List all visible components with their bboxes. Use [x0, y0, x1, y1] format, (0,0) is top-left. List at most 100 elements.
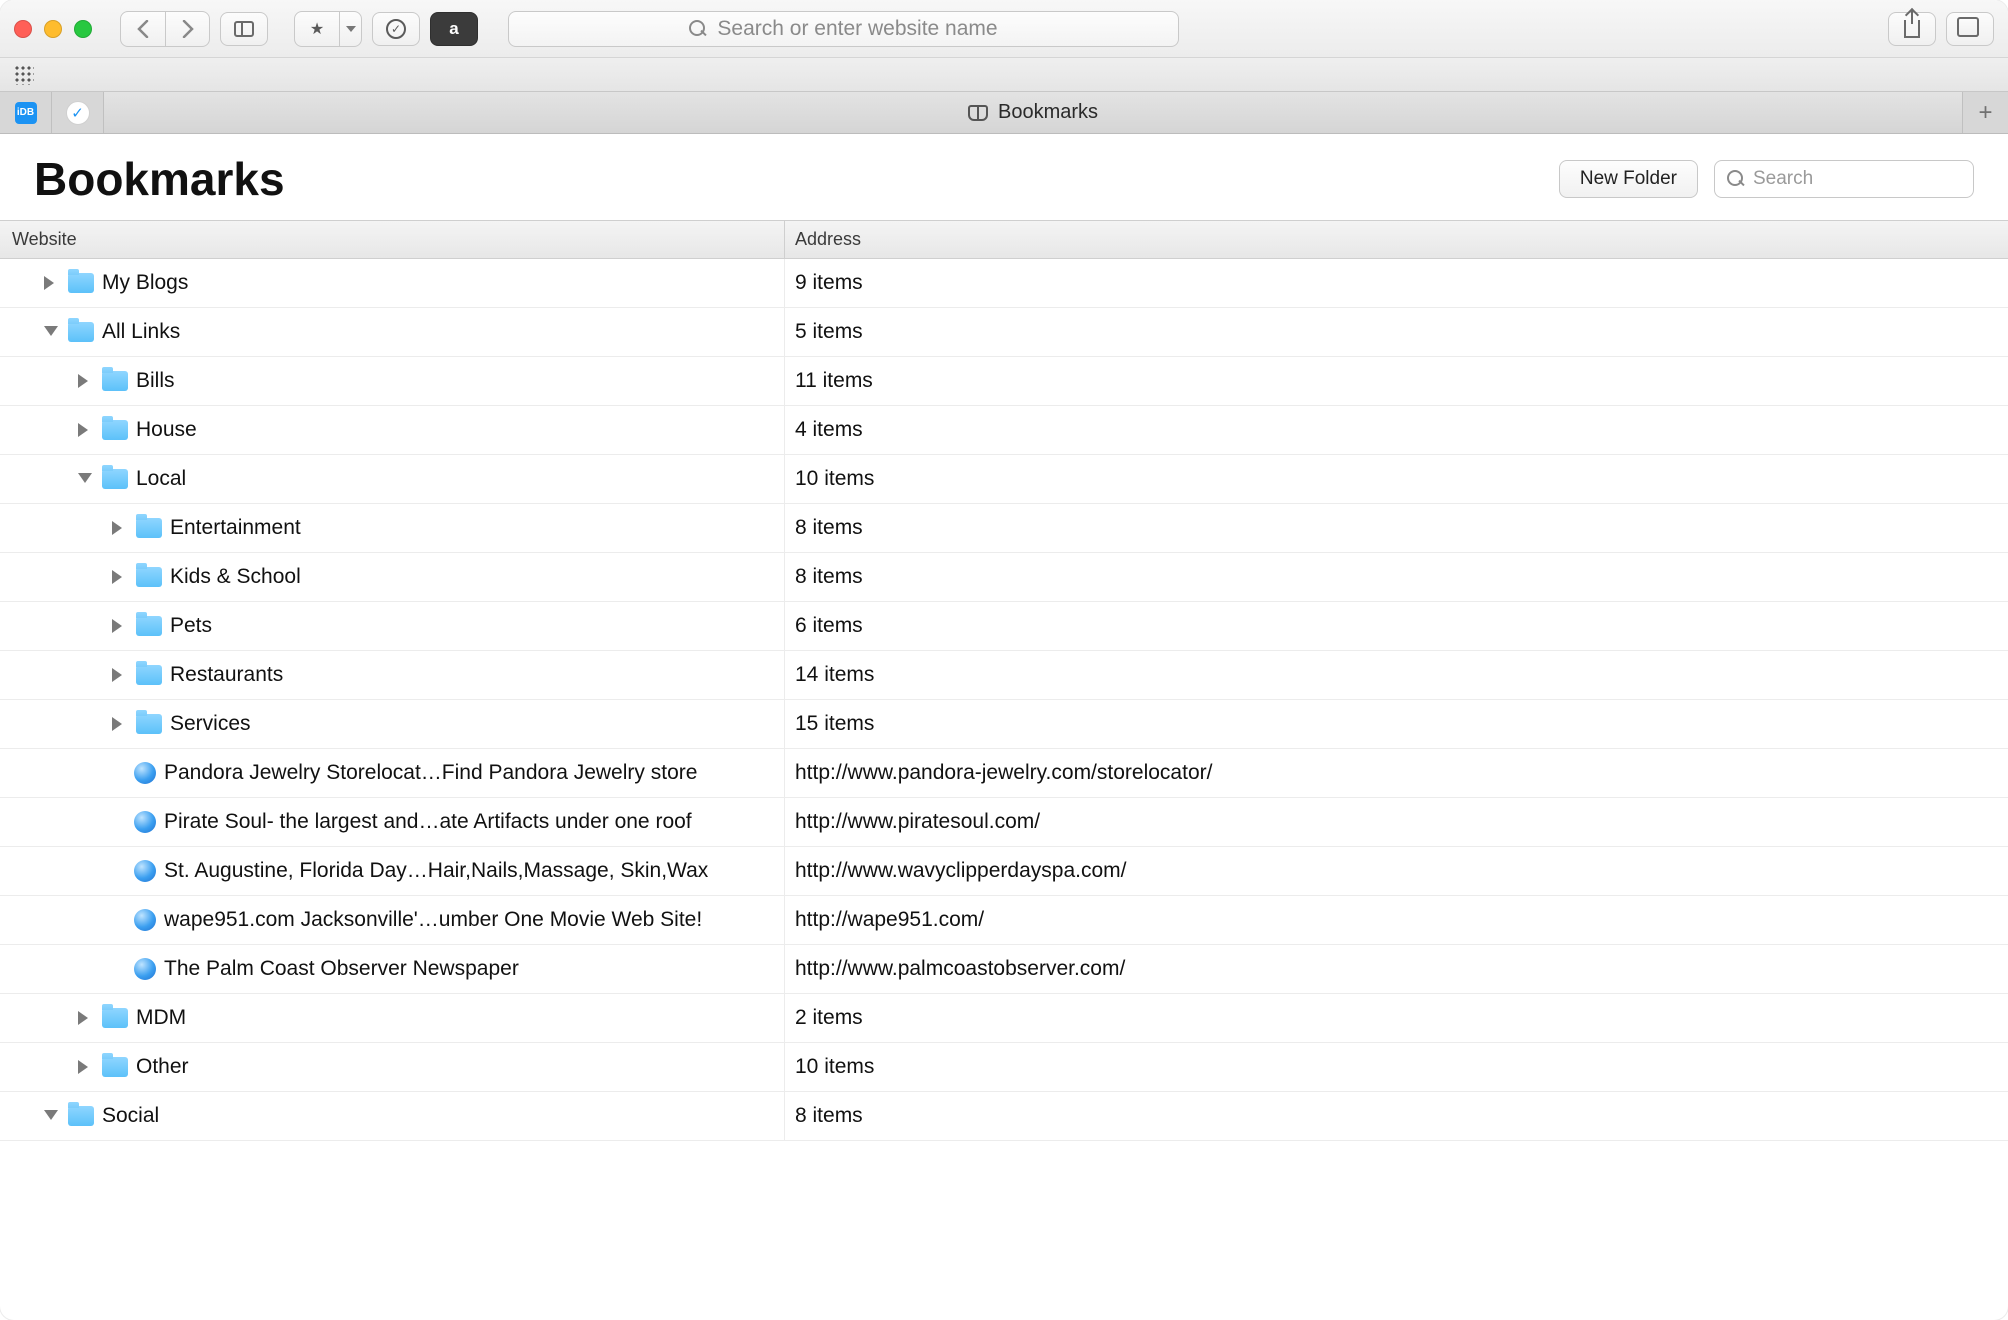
disclosure-right-icon[interactable] — [78, 1060, 92, 1074]
window-controls — [14, 20, 92, 38]
new-folder-button[interactable]: New Folder — [1559, 160, 1698, 198]
table-row[interactable]: All Links5 items — [0, 308, 2008, 357]
back-button[interactable] — [121, 12, 165, 46]
page-title: Bookmarks — [34, 152, 1543, 206]
table-row[interactable]: Local10 items — [0, 455, 2008, 504]
table-row[interactable]: The Palm Coast Observer Newspaperhttp://… — [0, 945, 2008, 994]
nav-back-forward — [120, 11, 210, 47]
row-name: wape951.com Jacksonville'…umber One Movi… — [164, 908, 702, 932]
table-row[interactable]: Social8 items — [0, 1092, 2008, 1141]
cell-website: Bills — [0, 357, 785, 405]
table-row[interactable]: House4 items — [0, 406, 2008, 455]
check-favicon: ✓ — [66, 101, 90, 125]
forward-button[interactable] — [165, 12, 209, 46]
disclosure-right-icon[interactable] — [112, 619, 126, 633]
disclosure-right-icon[interactable] — [112, 717, 126, 731]
row-name: Entertainment — [170, 516, 301, 540]
cell-address: 8 items — [785, 565, 2008, 589]
browser-toolbar: ★ ✓ a Search or enter website name — [0, 0, 2008, 58]
wunderlist-button[interactable]: ✓ — [372, 12, 420, 46]
cell-address: 4 items — [785, 418, 2008, 442]
disclosure-right-icon[interactable] — [112, 668, 126, 682]
cell-website: MDM — [0, 994, 785, 1042]
address-bar[interactable]: Search or enter website name — [508, 11, 1179, 47]
cell-website: Social — [0, 1092, 785, 1140]
disclosure-right-icon[interactable] — [44, 276, 58, 290]
column-address[interactable]: Address — [785, 221, 2008, 258]
table-row[interactable]: Bills11 items — [0, 357, 2008, 406]
table-row[interactable]: My Blogs 9 items — [0, 259, 2008, 308]
disclosure-right-icon[interactable] — [78, 423, 92, 437]
star-icon: ★ — [310, 19, 324, 39]
table-row[interactable]: MDM2 items — [0, 994, 2008, 1043]
table-row[interactable]: Services15 items — [0, 700, 2008, 749]
row-name: Restaurants — [170, 663, 283, 687]
table-row[interactable]: wape951.com Jacksonville'…umber One Movi… — [0, 896, 2008, 945]
globe-icon — [134, 762, 156, 784]
table-row[interactable]: Other10 items — [0, 1043, 2008, 1092]
cell-address: 9 items — [785, 271, 2008, 295]
tabs-icon — [1961, 21, 1979, 37]
table-header: Website Address — [0, 220, 2008, 259]
amazon-button[interactable]: a — [430, 12, 478, 46]
cell-address: http://wape951.com/ — [785, 908, 2008, 932]
sidebar-button[interactable] — [220, 12, 268, 46]
active-tab[interactable]: Bookmarks — [104, 92, 1962, 133]
disclosure-right-icon[interactable] — [112, 521, 126, 535]
column-website[interactable]: Website — [0, 221, 785, 258]
disclosure-down-icon[interactable] — [78, 473, 92, 487]
cell-address: http://www.piratesoul.com/ — [785, 810, 2008, 834]
search-placeholder: Search — [1753, 168, 1813, 190]
folder-icon — [136, 567, 162, 587]
folder-icon — [68, 1106, 94, 1126]
new-tab-button[interactable]: + — [1962, 92, 2008, 133]
row-name: Pirate Soul- the largest and…ate Artifac… — [164, 810, 692, 834]
globe-icon — [134, 958, 156, 980]
share-button[interactable] — [1888, 12, 1936, 46]
disclosure-right-icon[interactable] — [78, 1011, 92, 1025]
disclosure-down-icon[interactable] — [44, 1110, 58, 1124]
table-row[interactable]: Entertainment8 items — [0, 504, 2008, 553]
folder-icon — [102, 1008, 128, 1028]
cell-address: 2 items — [785, 1006, 2008, 1030]
cell-address: 15 items — [785, 712, 2008, 736]
disclosure-right-icon[interactable] — [78, 374, 92, 388]
cell-address: http://www.pandora-jewelry.com/storeloca… — [785, 761, 2008, 785]
cell-address: 8 items — [785, 1104, 2008, 1128]
check-circle-icon: ✓ — [386, 19, 406, 39]
folder-icon — [102, 1057, 128, 1077]
cell-website: Restaurants — [0, 651, 785, 699]
folder-icon — [102, 469, 128, 489]
pinned-tab-idb[interactable]: iDB — [0, 92, 52, 133]
globe-icon — [134, 909, 156, 931]
folder-icon — [136, 665, 162, 685]
row-name: Pandora Jewelry Storelocat…Find Pandora … — [164, 761, 697, 785]
top-sites-button[interactable]: ★ — [295, 12, 339, 46]
page-header: Bookmarks New Folder Search — [0, 134, 2008, 220]
tab-title: Bookmarks — [998, 101, 1098, 124]
apps-grid-icon[interactable] — [14, 65, 34, 85]
table-row[interactable]: St. Augustine, Florida Day…Hair,Nails,Ma… — [0, 847, 2008, 896]
minimize-window-icon[interactable] — [44, 20, 62, 38]
pinned-tab-check[interactable]: ✓ — [52, 92, 104, 133]
favorites-dropdown[interactable] — [339, 12, 361, 46]
disclosure-down-icon[interactable] — [44, 326, 58, 340]
show-tabs-button[interactable] — [1946, 12, 1994, 46]
table-row[interactable]: Pets6 items — [0, 602, 2008, 651]
close-window-icon[interactable] — [14, 20, 32, 38]
bookmarks-search[interactable]: Search — [1714, 160, 1974, 198]
folder-icon — [68, 273, 94, 293]
cell-website: Pets — [0, 602, 785, 650]
address-placeholder: Search or enter website name — [717, 17, 997, 41]
table-row[interactable]: Restaurants14 items — [0, 651, 2008, 700]
table-row[interactable]: Pandora Jewelry Storelocat…Find Pandora … — [0, 749, 2008, 798]
table-row[interactable]: Kids & School8 items — [0, 553, 2008, 602]
search-icon — [1727, 170, 1745, 188]
row-name: My Blogs — [102, 271, 188, 295]
fullscreen-window-icon[interactable] — [74, 20, 92, 38]
table-row[interactable]: Pirate Soul- the largest and…ate Artifac… — [0, 798, 2008, 847]
cell-website: Local — [0, 455, 785, 503]
search-icon — [689, 20, 707, 38]
cell-website: Pandora Jewelry Storelocat…Find Pandora … — [0, 749, 785, 797]
disclosure-right-icon[interactable] — [112, 570, 126, 584]
